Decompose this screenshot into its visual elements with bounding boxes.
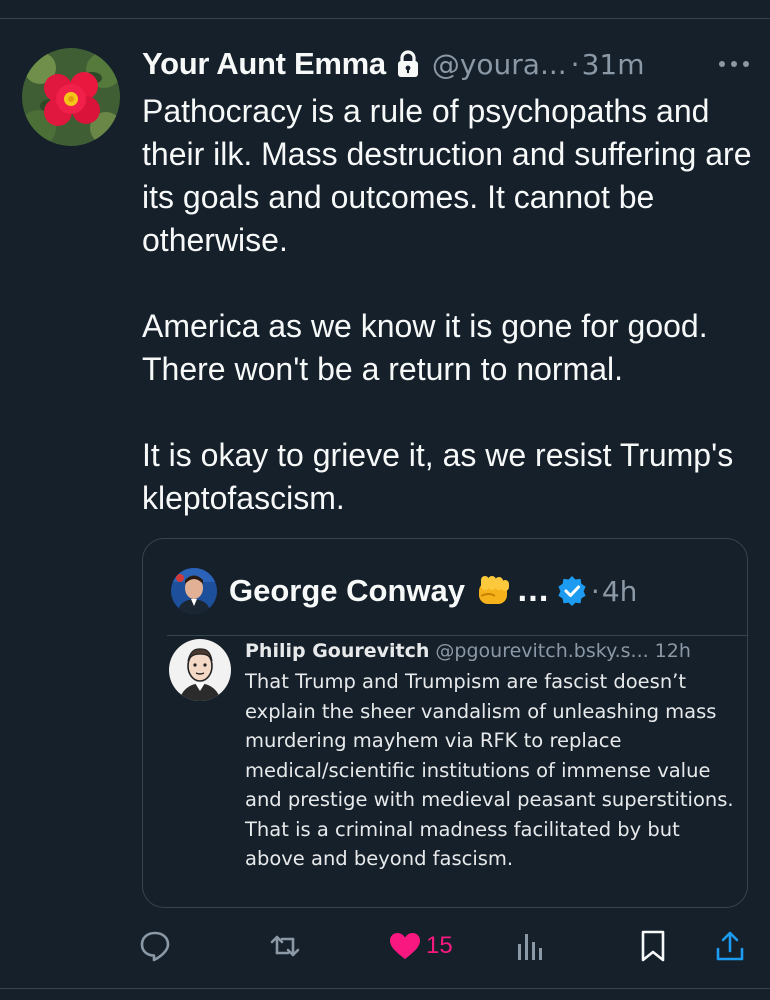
- separator-dot: ·: [590, 574, 600, 608]
- nested-author-handle[interactable]: @pgourevitch.bsky.s...: [435, 640, 648, 662]
- nested-text: That Trump and Trumpism are fascist does…: [245, 670, 734, 870]
- fist-emoji-icon: [475, 574, 513, 608]
- views-button[interactable]: [514, 926, 544, 966]
- share-button[interactable]: [714, 926, 746, 966]
- views-icon: [518, 934, 542, 960]
- nested-author-name[interactable]: Philip Gourevitch: [245, 640, 429, 662]
- author-handle[interactable]: @youra...: [432, 48, 567, 81]
- nested-time: 12h: [654, 640, 691, 662]
- like-count: 15: [426, 932, 453, 959]
- quote-time[interactable]: 4h: [602, 575, 638, 608]
- like-button[interactable]: 15: [388, 926, 453, 966]
- post-header: Your Aunt Emma @youra... · 31m: [142, 44, 752, 84]
- author-avatar[interactable]: [22, 48, 120, 146]
- action-bar: 15: [138, 926, 750, 966]
- bookmark-button[interactable]: [638, 926, 668, 966]
- nested-author-avatar[interactable]: [169, 639, 231, 701]
- heart-icon: [390, 933, 420, 959]
- rose-avatar-icon: [22, 48, 120, 146]
- quote-header: George Conway ... · 4h: [171, 567, 637, 615]
- verified-badge-icon: [557, 576, 587, 606]
- post-paragraph: Pathocracy is a rule of psychopaths and …: [142, 93, 752, 258]
- post-time[interactable]: 31m: [582, 48, 645, 81]
- bookmark-icon: [641, 930, 665, 962]
- quote-author-avatar[interactable]: [171, 568, 217, 614]
- quote-card[interactable]: George Conway ... · 4h Philip Gourevitch…: [142, 538, 748, 908]
- quote-inner-divider: [167, 635, 747, 636]
- quote-name-ellipsis: ...: [517, 574, 549, 608]
- lock-icon: [396, 50, 420, 78]
- post-paragraph: America as we know it is gone for good. …: [142, 308, 708, 387]
- repost-icon: [270, 935, 300, 957]
- nested-header: Philip Gourevitch @pgourevitch.bsky.s... 1…: [245, 637, 735, 665]
- bottom-divider: [0, 988, 770, 989]
- post-text: Pathocracy is a rule of psychopaths and …: [142, 90, 762, 520]
- top-divider: [0, 18, 770, 19]
- share-icon: [716, 931, 744, 961]
- reply-button[interactable]: [138, 926, 172, 966]
- author-name[interactable]: Your Aunt Emma: [142, 46, 386, 82]
- quote-author-name[interactable]: George Conway: [229, 573, 465, 609]
- repost-button[interactable]: [268, 926, 302, 966]
- more-icon[interactable]: [716, 50, 752, 78]
- post-paragraph: It is okay to grieve it, as we resist Tr…: [142, 437, 734, 516]
- reply-icon: [140, 931, 170, 962]
- separator-dot: ·: [570, 47, 580, 81]
